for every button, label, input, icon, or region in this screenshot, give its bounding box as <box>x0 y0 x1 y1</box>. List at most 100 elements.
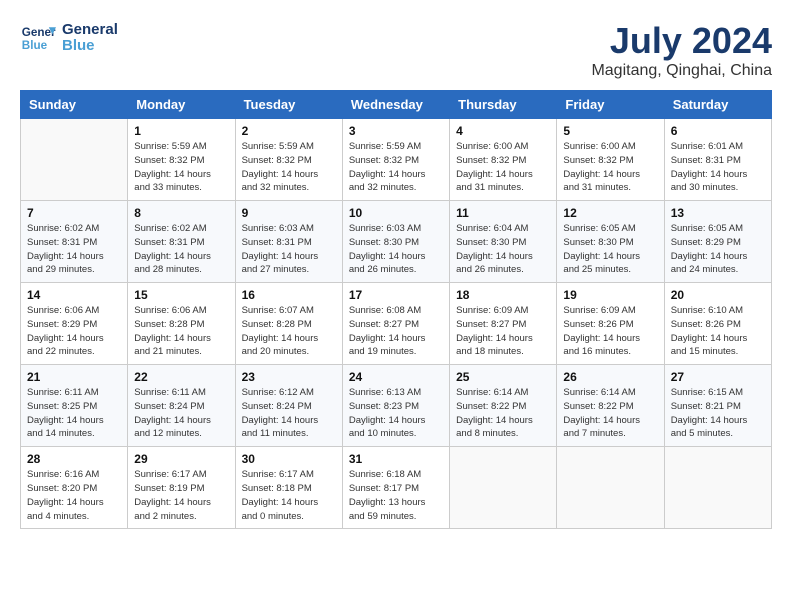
day-info: Sunrise: 5:59 AM Sunset: 8:32 PM Dayligh… <box>242 140 336 195</box>
day-number: 31 <box>349 452 443 466</box>
day-info: Sunrise: 6:08 AM Sunset: 8:27 PM Dayligh… <box>349 304 443 359</box>
calendar-cell: 29 Sunrise: 6:17 AM Sunset: 8:19 PM Dayli… <box>128 447 235 529</box>
day-info: Sunrise: 6:10 AM Sunset: 8:26 PM Dayligh… <box>671 304 765 359</box>
calendar-cell: 17 Sunrise: 6:08 AM Sunset: 8:27 PM Dayli… <box>342 283 449 365</box>
calendar-cell: 15 Sunrise: 6:06 AM Sunset: 8:28 PM Dayli… <box>128 283 235 365</box>
day-number: 21 <box>27 370 121 384</box>
day-number: 4 <box>456 124 550 138</box>
calendar-cell: 1 Sunrise: 5:59 AM Sunset: 8:32 PM Daylig… <box>128 119 235 201</box>
day-info: Sunrise: 6:17 AM Sunset: 8:18 PM Dayligh… <box>242 468 336 523</box>
calendar-cell: 18Sunrise: 6:09 AM Sunset: 8:27 PM Dayli… <box>450 283 557 365</box>
day-number: 12 <box>563 206 657 220</box>
day-info: Sunrise: 6:07 AM Sunset: 8:28 PM Dayligh… <box>242 304 336 359</box>
calendar-cell: 31 Sunrise: 6:18 AM Sunset: 8:17 PM Dayli… <box>342 447 449 529</box>
day-info: Sunrise: 6:03 AM Sunset: 8:31 PM Dayligh… <box>242 222 336 277</box>
calendar-cell: 22Sunrise: 6:11 AM Sunset: 8:24 PM Dayli… <box>128 365 235 447</box>
calendar-cell: 25Sunrise: 6:14 AM Sunset: 8:22 PM Dayli… <box>450 365 557 447</box>
calendar-cell: 5 Sunrise: 6:00 AM Sunset: 8:32 PM Daylig… <box>557 119 664 201</box>
day-number: 15 <box>134 288 228 302</box>
day-info: Sunrise: 6:02 AM Sunset: 8:31 PM Dayligh… <box>134 222 228 277</box>
logo: General Blue General Blue <box>20 20 118 56</box>
calendar-cell: 28Sunrise: 6:16 AM Sunset: 8:20 PM Dayli… <box>21 447 128 529</box>
calendar-cell: 7 Sunrise: 6:02 AM Sunset: 8:31 PM Daylig… <box>21 201 128 283</box>
calendar-cell: 11 Sunrise: 6:04 AM Sunset: 8:30 PM Dayli… <box>450 201 557 283</box>
day-number: 23 <box>242 370 336 384</box>
subtitle: Magitang, Qinghai, China <box>591 62 772 80</box>
calendar-cell: 8Sunrise: 6:02 AM Sunset: 8:31 PM Daylig… <box>128 201 235 283</box>
calendar-cell: 4 Sunrise: 6:00 AM Sunset: 8:32 PM Daylig… <box>450 119 557 201</box>
day-info: Sunrise: 6:16 AM Sunset: 8:20 PM Dayligh… <box>27 468 121 523</box>
calendar-cell: 23Sunrise: 6:12 AM Sunset: 8:24 PM Dayli… <box>235 365 342 447</box>
day-info: Sunrise: 5:59 AM Sunset: 8:32 PM Dayligh… <box>134 140 228 195</box>
column-header-thursday: Thursday <box>450 91 557 119</box>
day-info: Sunrise: 6:11 AM Sunset: 8:25 PM Dayligh… <box>27 386 121 441</box>
logo-text-blue: Blue <box>62 38 118 55</box>
calendar-cell: 19 Sunrise: 6:09 AM Sunset: 8:26 PM Dayli… <box>557 283 664 365</box>
week-row-1: 1 Sunrise: 5:59 AM Sunset: 8:32 PM Daylig… <box>21 119 772 201</box>
week-row-2: 7 Sunrise: 6:02 AM Sunset: 8:31 PM Daylig… <box>21 201 772 283</box>
column-header-wednesday: Wednesday <box>342 91 449 119</box>
calendar-cell: 6Sunrise: 6:01 AM Sunset: 8:31 PM Daylig… <box>664 119 771 201</box>
calendar-cell: 16 Sunrise: 6:07 AM Sunset: 8:28 PM Dayli… <box>235 283 342 365</box>
calendar-cell: 3 Sunrise: 5:59 AM Sunset: 8:32 PM Daylig… <box>342 119 449 201</box>
day-info: Sunrise: 6:13 AM Sunset: 8:23 PM Dayligh… <box>349 386 443 441</box>
day-info: Sunrise: 6:02 AM Sunset: 8:31 PM Dayligh… <box>27 222 121 277</box>
calendar-cell <box>21 119 128 201</box>
calendar-cell <box>450 447 557 529</box>
calendar-cell: 12Sunrise: 6:05 AM Sunset: 8:30 PM Dayli… <box>557 201 664 283</box>
main-title: July 2024 <box>591 20 772 62</box>
day-info: Sunrise: 6:06 AM Sunset: 8:28 PM Dayligh… <box>134 304 228 359</box>
column-header-friday: Friday <box>557 91 664 119</box>
calendar-cell: 24Sunrise: 6:13 AM Sunset: 8:23 PM Dayli… <box>342 365 449 447</box>
day-number: 27 <box>671 370 765 384</box>
day-number: 16 <box>242 288 336 302</box>
day-number: 17 <box>349 288 443 302</box>
day-number: 30 <box>242 452 336 466</box>
calendar-cell: 10Sunrise: 6:03 AM Sunset: 8:30 PM Dayli… <box>342 201 449 283</box>
day-info: Sunrise: 6:09 AM Sunset: 8:26 PM Dayligh… <box>563 304 657 359</box>
day-number: 25 <box>456 370 550 384</box>
day-info: Sunrise: 6:06 AM Sunset: 8:29 PM Dayligh… <box>27 304 121 359</box>
calendar-cell: 30 Sunrise: 6:17 AM Sunset: 8:18 PM Dayli… <box>235 447 342 529</box>
day-number: 10 <box>349 206 443 220</box>
day-info: Sunrise: 6:14 AM Sunset: 8:22 PM Dayligh… <box>563 386 657 441</box>
day-number: 1 <box>134 124 228 138</box>
calendar-table: SundayMondayTuesdayWednesdayThursdayFrid… <box>20 90 772 529</box>
day-info: Sunrise: 6:00 AM Sunset: 8:32 PM Dayligh… <box>563 140 657 195</box>
day-number: 13 <box>671 206 765 220</box>
day-number: 14 <box>27 288 121 302</box>
calendar-cell: 21 Sunrise: 6:11 AM Sunset: 8:25 PM Dayli… <box>21 365 128 447</box>
day-info: Sunrise: 6:18 AM Sunset: 8:17 PM Dayligh… <box>349 468 443 523</box>
day-number: 26 <box>563 370 657 384</box>
calendar-cell: 20 Sunrise: 6:10 AM Sunset: 8:26 PM Dayli… <box>664 283 771 365</box>
column-header-monday: Monday <box>128 91 235 119</box>
column-header-saturday: Saturday <box>664 91 771 119</box>
day-info: Sunrise: 6:15 AM Sunset: 8:21 PM Dayligh… <box>671 386 765 441</box>
day-info: Sunrise: 6:05 AM Sunset: 8:29 PM Dayligh… <box>671 222 765 277</box>
calendar-cell: 26 Sunrise: 6:14 AM Sunset: 8:22 PM Dayli… <box>557 365 664 447</box>
column-header-tuesday: Tuesday <box>235 91 342 119</box>
calendar-cell: 13 Sunrise: 6:05 AM Sunset: 8:29 PM Dayli… <box>664 201 771 283</box>
day-number: 11 <box>456 206 550 220</box>
day-info: Sunrise: 5:59 AM Sunset: 8:32 PM Dayligh… <box>349 140 443 195</box>
week-row-5: 28Sunrise: 6:16 AM Sunset: 8:20 PM Dayli… <box>21 447 772 529</box>
calendar-cell <box>664 447 771 529</box>
calendar-cell <box>557 447 664 529</box>
svg-text:Blue: Blue <box>22 39 48 52</box>
calendar-cell: 14 Sunrise: 6:06 AM Sunset: 8:29 PM Dayli… <box>21 283 128 365</box>
day-number: 19 <box>563 288 657 302</box>
day-number: 3 <box>349 124 443 138</box>
day-number: 20 <box>671 288 765 302</box>
day-number: 7 <box>27 206 121 220</box>
day-info: Sunrise: 6:17 AM Sunset: 8:19 PM Dayligh… <box>134 468 228 523</box>
logo-icon: General Blue <box>20 20 56 56</box>
day-number: 5 <box>563 124 657 138</box>
day-info: Sunrise: 6:09 AM Sunset: 8:27 PM Dayligh… <box>456 304 550 359</box>
day-info: Sunrise: 6:00 AM Sunset: 8:32 PM Dayligh… <box>456 140 550 195</box>
day-number: 29 <box>134 452 228 466</box>
day-number: 9 <box>242 206 336 220</box>
day-info: Sunrise: 6:04 AM Sunset: 8:30 PM Dayligh… <box>456 222 550 277</box>
calendar-cell: 9 Sunrise: 6:03 AM Sunset: 8:31 PM Daylig… <box>235 201 342 283</box>
calendar-header-row: SundayMondayTuesdayWednesdayThursdayFrid… <box>21 91 772 119</box>
day-info: Sunrise: 6:11 AM Sunset: 8:24 PM Dayligh… <box>134 386 228 441</box>
